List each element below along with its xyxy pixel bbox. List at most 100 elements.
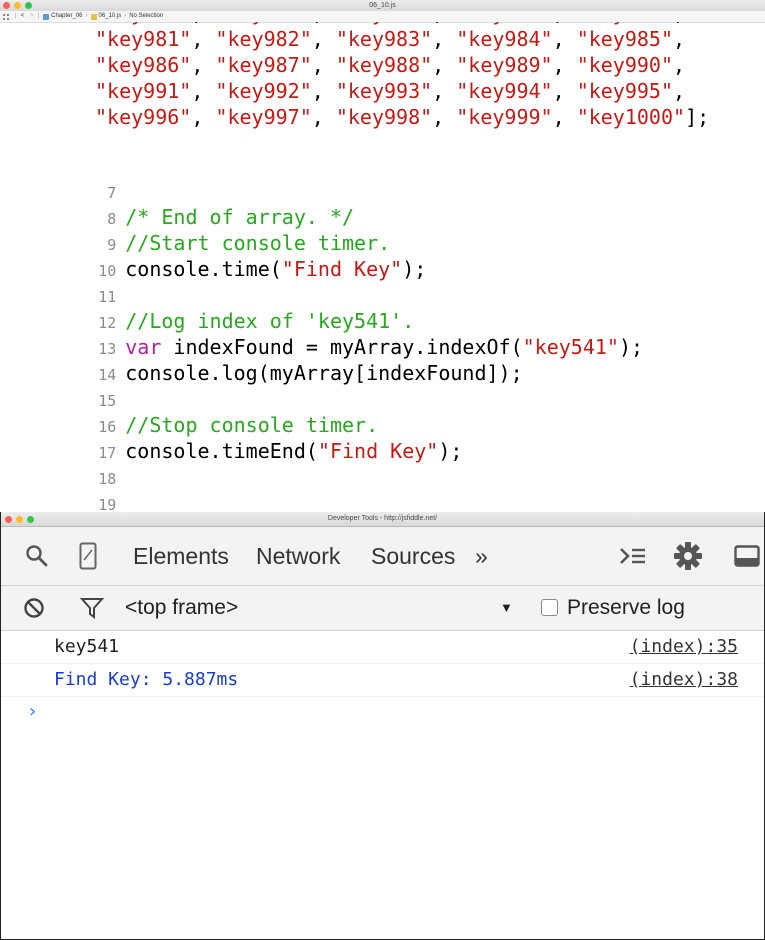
punctuation: ,	[191, 53, 216, 77]
devtools-titlebar: Developer Tools - http://jsfiddle.net/	[1, 512, 764, 527]
code-line: 17 console.timeEnd("Find Key");	[0, 412, 462, 463]
editor-window-title: 06_10.js	[369, 2, 396, 9]
console-source-link[interactable]: (index):35	[630, 631, 738, 663]
punctuation: ,	[311, 53, 336, 77]
string-literal: "key978"	[336, 22, 432, 25]
tab-sources[interactable]: Sources	[371, 527, 455, 585]
string-literal: "key991"	[95, 79, 192, 103]
string-literal: "key980"	[577, 22, 673, 25]
console-drawer-icon[interactable]	[619, 545, 647, 567]
string-literal: "key981"	[95, 27, 192, 51]
console-message-text: Find Key: 5.887ms	[54, 669, 239, 690]
code-line: 11	[0, 256, 125, 306]
preserve-log-checkbox[interactable]	[541, 599, 558, 616]
string-literal: "key977"	[215, 22, 311, 25]
punctuation: ,	[552, 53, 577, 77]
code-line: 14 console.log(myArray[indexFound]);	[0, 334, 522, 385]
string-literal: "key997"	[215, 105, 312, 129]
devtools-window: Developer Tools - http://jsfiddle.net/ E…	[0, 512, 765, 940]
clear-console-icon[interactable]	[23, 597, 45, 619]
console-prompt[interactable]: ›	[27, 697, 38, 727]
string-literal: "key983"	[335, 27, 433, 51]
punctuation: ,	[552, 27, 577, 51]
code-text: console.time(	[125, 257, 282, 281]
string-literal: "key998"	[335, 105, 433, 129]
dock-side-icon[interactable]	[734, 545, 760, 567]
device-mode-icon[interactable]	[79, 542, 97, 570]
console-message-text: key541	[54, 636, 120, 657]
punctuation: ,	[191, 105, 216, 129]
preserve-log-label[interactable]: Preserve log	[567, 586, 685, 630]
code-line: 7	[0, 152, 125, 202]
code-line: 8/* End of array. */	[0, 178, 354, 229]
string-literal: "key985"	[576, 27, 674, 51]
breadcrumb-separator: ›	[124, 13, 127, 19]
string-literal: "key994"	[456, 79, 553, 103]
breadcrumb-separator: ›	[85, 13, 88, 19]
code-text: console.timeEnd(	[125, 439, 318, 463]
punctuation: ,	[552, 105, 577, 129]
editor-window: 06_10.js | < > | Chapter_06 › 06_10.js ›…	[0, 0, 765, 512]
devtools-window-title: Developer Tools - http://jsfiddle.net/	[327, 515, 438, 522]
punctuation: ,	[432, 53, 457, 77]
console-output: key541 (index):35 Find Key: 5.887ms (ind…	[1, 631, 764, 931]
code-text: console.log(myArray[indexFound]);	[125, 361, 523, 385]
string-literal: "key992"	[215, 79, 312, 103]
related-items-icon[interactable]	[3, 13, 9, 20]
code-line: 9//Start console timer.	[0, 204, 390, 255]
code-text: );	[618, 335, 644, 359]
string-literal: "key982"	[215, 27, 312, 51]
punctuation: ,	[312, 22, 336, 25]
forward-arrow-icon[interactable]: >	[30, 11, 34, 22]
code-line: 20	[0, 490, 134, 512]
code-line: 18	[0, 438, 125, 488]
punctuation: ,	[552, 79, 577, 103]
punctuation: ,	[673, 79, 698, 103]
array-row: "key996", "key997", "key998", "key999", …	[95, 104, 709, 130]
string-literal: "key989"	[456, 53, 553, 77]
string-literal: "key541"	[522, 335, 619, 359]
punctuation: ,	[432, 27, 457, 51]
punctuation: ];	[685, 105, 710, 129]
tab-network[interactable]: Network	[256, 527, 340, 585]
string-literal: "Find Key"	[281, 257, 403, 281]
string-literal: "key993"	[335, 79, 433, 103]
breadcrumb-file[interactable]: 06_10.js	[99, 11, 122, 22]
divider: |	[37, 13, 40, 19]
code-text: );	[402, 257, 427, 281]
string-literal: "key979"	[456, 22, 552, 25]
string-literal: "key999"	[456, 105, 553, 129]
punctuation: ,	[191, 79, 216, 103]
punctuation: ,	[191, 22, 215, 25]
breadcrumb-folder[interactable]: Chapter_06	[51, 11, 82, 22]
console-message: key541 (index):35	[1, 631, 764, 664]
punctuation: ,	[673, 27, 698, 51]
punctuation: ,	[553, 22, 577, 25]
console-message: Find Key: 5.887ms (index):38	[1, 664, 764, 697]
code-line: 12//Log index of 'key541'.	[0, 282, 414, 333]
string-literal: "key996"	[95, 105, 192, 129]
more-tabs-icon[interactable]: »	[475, 527, 488, 585]
code-line: 10 console.time("Find Key");	[0, 230, 426, 281]
punctuation: ,	[191, 27, 216, 51]
code-line: 19	[0, 464, 125, 512]
breadcrumb-selection[interactable]: No Selection	[129, 11, 163, 22]
punctuation: ,	[432, 105, 457, 129]
search-icon[interactable]	[25, 544, 49, 568]
punctuation: ,	[432, 22, 456, 25]
string-literal: "key984"	[456, 27, 553, 51]
console-source-link[interactable]: (index):38	[630, 664, 738, 696]
tab-elements[interactable]: Elements	[133, 527, 229, 585]
string-literal: "key990"	[576, 53, 674, 77]
gear-icon[interactable]	[673, 541, 703, 571]
filter-icon[interactable]	[80, 597, 104, 619]
dropdown-arrow-icon[interactable]: ▼	[500, 586, 513, 630]
punctuation: ,	[432, 79, 457, 103]
array-row: "key981", "key982", "key983", "key984", …	[95, 26, 697, 52]
back-arrow-icon[interactable]: <	[21, 11, 25, 22]
frame-selector[interactable]: <top frame>	[125, 586, 238, 630]
array-row: "key986", "key987", "key988", "key989", …	[95, 52, 697, 78]
punctuation: ,	[311, 105, 336, 129]
string-literal: "key995"	[576, 79, 674, 103]
code-editor[interactable]: "key976", "key977", "key978", "key979", …	[0, 22, 765, 512]
